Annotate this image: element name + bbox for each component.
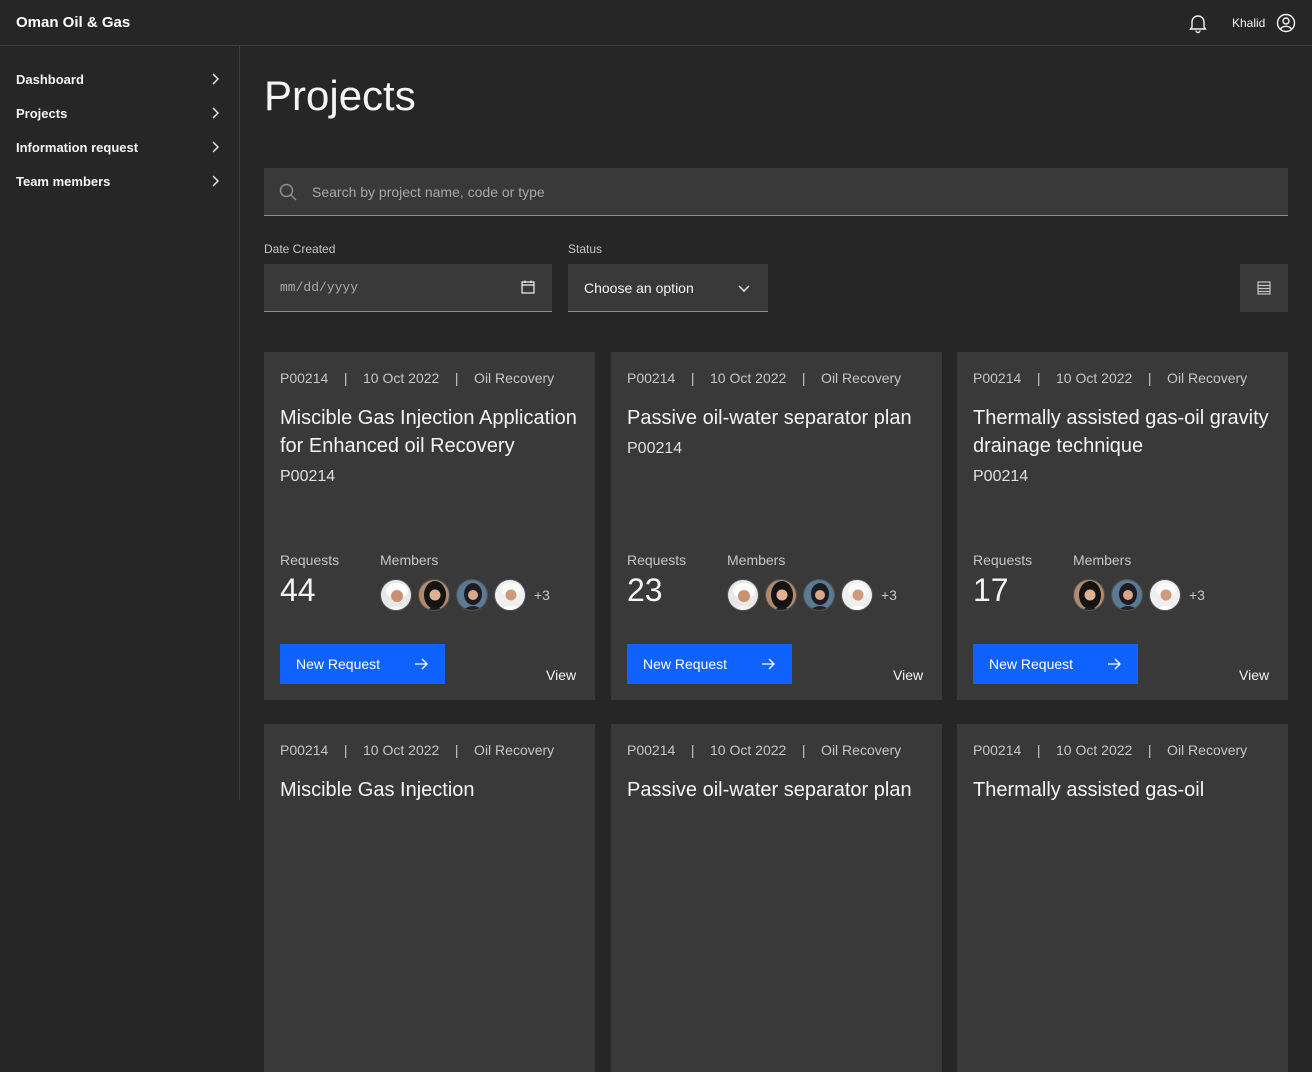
arrow-right-icon	[415, 658, 428, 670]
avatar[interactable]	[765, 579, 797, 611]
sidebar-item-label: Information request	[16, 140, 139, 155]
card-title[interactable]: Miscible Gas Injection	[280, 779, 475, 801]
member-avatars: +3	[380, 579, 550, 611]
requests-count: 17	[973, 572, 1009, 608]
project-card: P00214 | 10 Oct 2022 | Oil Recovery Ther…	[957, 724, 1288, 1072]
sidebar-item-label: Dashboard	[16, 72, 84, 87]
members-label: Members	[727, 552, 786, 568]
card-meta: P00214 | 10 Oct 2022 | Oil Recovery	[280, 370, 555, 386]
top-header: Oman Oil & Gas Khalid	[0, 0, 1312, 46]
search-input[interactable]	[312, 168, 1272, 215]
card-title[interactable]: Passive oil-water separator plan	[627, 407, 912, 429]
chevron-right-icon	[212, 175, 219, 187]
more-members-count[interactable]: +3	[534, 587, 550, 603]
chevron-down-icon	[738, 285, 750, 292]
card-code: P00214	[280, 468, 336, 485]
arrow-right-icon	[1108, 658, 1121, 670]
sidebar: Dashboard Projects Information request T…	[0, 46, 240, 800]
requests-label: Requests	[973, 552, 1033, 568]
new-request-button[interactable]: New Request	[627, 644, 792, 684]
view-link[interactable]: View	[1239, 667, 1269, 683]
view-link[interactable]: View	[893, 667, 923, 683]
members-label: Members	[1073, 552, 1132, 568]
calendar-icon[interactable]	[520, 279, 536, 295]
card-title[interactable]: Passive oil-water separator plan	[627, 779, 912, 801]
avatar[interactable]	[803, 579, 835, 611]
requests-label: Requests	[280, 552, 340, 568]
user-avatar-icon[interactable]	[1276, 13, 1296, 33]
user-name[interactable]: Khalid	[1232, 16, 1265, 30]
card-meta: P00214 | 10 Oct 2022 | Oil Recovery	[627, 370, 902, 386]
requests-count: 23	[627, 572, 663, 608]
project-card: P00214 | 10 Oct 2022 | Oil Recovery Pass…	[611, 724, 942, 1072]
list-view-icon	[1257, 281, 1271, 295]
new-request-button[interactable]: New Request	[280, 644, 445, 684]
chevron-right-icon	[212, 107, 219, 119]
card-code: P00214	[973, 468, 1029, 485]
sidebar-item-projects[interactable]: Projects	[0, 96, 239, 130]
avatar[interactable]	[841, 579, 873, 611]
date-created-input[interactable]	[280, 264, 510, 311]
chevron-right-icon	[212, 141, 219, 153]
project-card: P00214 | 10 Oct 2022 | Oil Recovery Ther…	[957, 352, 1288, 700]
search-icon	[279, 183, 297, 201]
arrow-right-icon	[762, 658, 775, 670]
sidebar-item-information-request[interactable]: Information request	[0, 130, 239, 164]
avatar[interactable]	[727, 579, 759, 611]
page-title: Projects	[264, 72, 416, 119]
project-card: P00214 | 10 Oct 2022 | Oil Recovery Pass…	[611, 352, 942, 700]
card-title[interactable]: Thermally assisted gas-oil	[973, 779, 1204, 801]
card-title[interactable]: Miscible Gas Injection Application for E…	[280, 407, 577, 457]
project-card: P00214 | 10 Oct 2022 | Oil Recovery Misc…	[264, 724, 595, 1072]
brand-name[interactable]: Oman Oil & Gas	[16, 14, 130, 31]
avatar[interactable]	[418, 579, 450, 611]
avatar[interactable]	[1149, 579, 1181, 611]
card-meta: P00214 | 10 Oct 2022 | Oil Recovery	[973, 742, 1248, 758]
requests-count: 44	[280, 572, 316, 608]
date-created-label: Date Created	[264, 242, 336, 256]
status-selected-value: Choose an option	[584, 280, 694, 296]
card-meta: P00214 | 10 Oct 2022 | Oil Recovery	[280, 742, 555, 758]
new-request-label: New Request	[643, 656, 728, 672]
avatar[interactable]	[456, 579, 488, 611]
sidebar-item-team-members[interactable]: Team members	[0, 164, 239, 198]
avatar[interactable]	[1111, 579, 1143, 611]
card-meta: P00214 | 10 Oct 2022 | Oil Recovery	[973, 370, 1248, 386]
member-avatars: +3	[727, 579, 897, 611]
new-request-button[interactable]: New Request	[973, 644, 1138, 684]
card-code: P00214	[627, 440, 683, 457]
avatar[interactable]	[494, 579, 526, 611]
project-card: P00214 | 10 Oct 2022 | Oil Recovery Misc…	[264, 352, 595, 700]
chevron-right-icon	[212, 73, 219, 85]
more-members-count[interactable]: +3	[881, 587, 897, 603]
search-bar	[264, 168, 1288, 216]
sidebar-item-dashboard[interactable]: Dashboard	[0, 62, 239, 96]
new-request-label: New Request	[989, 656, 1074, 672]
member-avatars: +3	[1073, 579, 1205, 611]
status-dropdown[interactable]: Choose an option	[568, 264, 768, 312]
card-meta: P00214 | 10 Oct 2022 | Oil Recovery	[627, 742, 902, 758]
view-link[interactable]: View	[546, 667, 576, 683]
notification-bell-icon[interactable]	[1187, 12, 1209, 34]
new-request-label: New Request	[296, 656, 381, 672]
requests-label: Requests	[627, 552, 687, 568]
avatar[interactable]	[1073, 579, 1105, 611]
avatar[interactable]	[380, 579, 412, 611]
status-label: Status	[568, 242, 603, 256]
card-title[interactable]: Thermally assisted gas-oil gravity drain…	[973, 407, 1269, 457]
date-created-field	[264, 264, 552, 312]
members-label: Members	[380, 552, 439, 568]
sidebar-item-label: Team members	[16, 174, 111, 189]
list-view-toggle[interactable]	[1240, 264, 1288, 312]
more-members-count[interactable]: +3	[1189, 587, 1205, 603]
sidebar-item-label: Projects	[16, 106, 68, 121]
